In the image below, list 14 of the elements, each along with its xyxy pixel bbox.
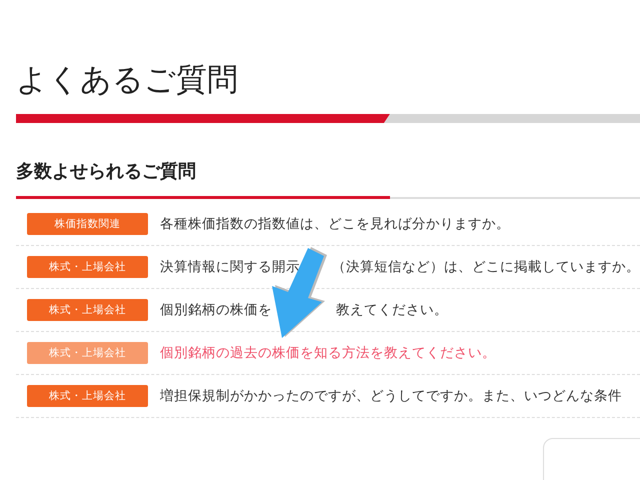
question-link[interactable]: 増担保規制がかかったのですが、どうしてですか。また、いつどんな条件 <box>160 387 622 405</box>
question-link[interactable]: 個別銘柄の株価を <box>160 301 272 319</box>
question-link[interactable]: （決算短信など）は、どこに掲載していますか。 <box>332 258 640 276</box>
page-title: よくあるご質問 <box>16 61 238 100</box>
section-heading: 多数よせられるご質問 <box>16 160 196 184</box>
question-link[interactable]: 決算情報に関する開示 <box>160 258 300 276</box>
category-tag: 株価指数関連 <box>27 213 148 235</box>
category-tag: 株式・上場会社 <box>27 385 148 407</box>
category-tag: 株式・上場会社 <box>27 256 148 278</box>
category-tag: 株式・上場会社 <box>27 342 148 364</box>
question-link[interactable]: 各種株価指数の指数値は、どこを見れば分かりますか。 <box>160 215 510 233</box>
question-link[interactable]: 個別銘柄の過去の株価を知る方法を教えてください。 <box>160 344 496 362</box>
category-tag: 株式・上場会社 <box>27 299 148 321</box>
question-link[interactable]: 教えてください。 <box>336 301 448 319</box>
